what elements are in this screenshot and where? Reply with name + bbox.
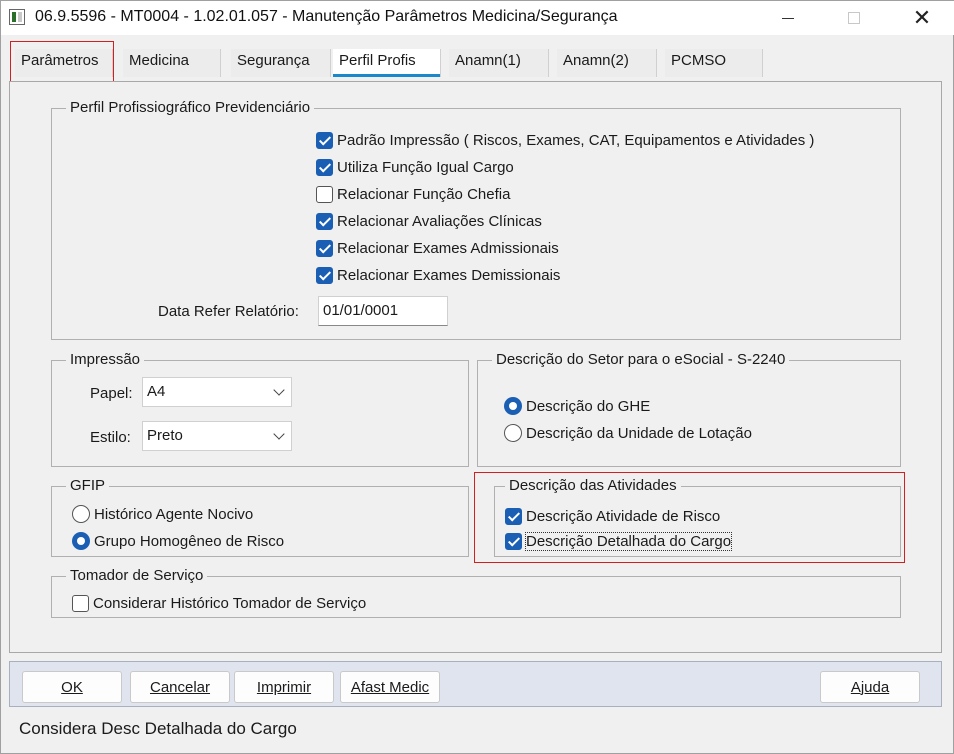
setor-group-title: Descrição do Setor para o eSocial - S-22… [492, 351, 790, 369]
atividades-highlight-box [474, 472, 905, 563]
tab-medicina[interactable]: Medicina [123, 49, 221, 77]
checkbox-label: Relacionar Função Chefia [337, 185, 511, 203]
checkbox-checked-icon [316, 212, 333, 230]
setor-option-ghe[interactable]: Descrição do GHE [504, 395, 650, 417]
gfip-group-title: GFIP [66, 477, 110, 495]
checkbox-label: Relacionar Avaliações Clínicas [337, 212, 542, 230]
estilo-label: Estilo: [90, 429, 131, 446]
radio-unselected-icon [504, 424, 522, 442]
tab-anamn-1[interactable]: Anamn(1) [449, 49, 549, 77]
radio-label: Grupo Homogêneo de Risco [94, 532, 285, 550]
impressao-group-title: Impressão [66, 351, 145, 369]
cancel-label: Cancelar [149, 678, 211, 696]
tab-panel: Perfil Profissiográfico Previdenciário P… [9, 81, 942, 653]
maximize-icon [848, 12, 860, 24]
radio-selected-icon [504, 397, 522, 415]
chevron-down-icon [273, 384, 285, 396]
tomador-option-historico[interactable]: Considerar Histórico Tomador de Serviço [72, 592, 366, 614]
print-label: Imprimir [256, 678, 312, 696]
print-button[interactable]: Imprimir [234, 671, 334, 703]
maximize-button[interactable] [831, 1, 877, 35]
ppp-group: Perfil Profissiográfico Previdenciário P… [51, 99, 901, 340]
gfip-option-grupo-homogeneo[interactable]: Grupo Homogêneo de Risco [72, 530, 284, 552]
checkbox-unchecked-icon [72, 594, 89, 612]
papel-select[interactable]: A4 [142, 377, 292, 407]
papel-value: A4 [147, 383, 166, 400]
close-icon: ✕ [912, 5, 932, 30]
checkbox-label: Padrão Impressão ( Riscos, Exames, CAT, … [337, 131, 815, 149]
gfip-group: GFIP Histórico Agente Nocivo Grupo Homog… [51, 477, 469, 557]
afast-medic-label: Afast Medic [350, 678, 430, 696]
tomador-group: Tomador de Serviço Considerar Histórico … [51, 567, 901, 618]
papel-label: Papel: [90, 385, 133, 402]
radio-label: Descrição da Unidade de Lotação [526, 424, 752, 442]
radio-unselected-icon [72, 505, 90, 523]
estilo-select[interactable]: Preto [142, 421, 292, 451]
ppp-option-funcao-chefia[interactable]: Relacionar Função Chefia [316, 183, 510, 205]
tomador-group-title: Tomador de Serviço [66, 567, 208, 585]
ok-button[interactable]: OK [22, 671, 122, 703]
ppp-option-exames-demissionais[interactable]: Relacionar Exames Demissionais [316, 264, 560, 286]
checkbox-unchecked-icon [316, 185, 333, 203]
checkbox-checked-icon [316, 131, 333, 149]
setor-group: Descrição do Setor para o eSocial - S-22… [477, 351, 901, 467]
date-label: Data Refer Relatório: [158, 303, 299, 320]
tab-highlight-box [10, 41, 114, 82]
help-label: Ajuda [850, 678, 890, 696]
close-button[interactable]: ✕ [899, 1, 945, 35]
cancel-button[interactable]: Cancelar [130, 671, 230, 703]
gfip-option-historico-agente[interactable]: Histórico Agente Nocivo [72, 503, 253, 525]
ppp-group-title: Perfil Profissiográfico Previdenciário [66, 99, 315, 117]
button-bar: OK Cancelar Imprimir Afast Medic Ajuda [9, 661, 942, 707]
app-icon [9, 9, 25, 25]
help-button[interactable]: Ajuda [820, 671, 920, 703]
checkbox-label: Relacionar Exames Admissionais [337, 239, 559, 257]
checkbox-label: Considerar Histórico Tomador de Serviço [93, 594, 367, 612]
checkbox-checked-icon [316, 266, 333, 284]
minimize-icon [782, 17, 794, 19]
impressao-group: Impressão Papel: A4 Estilo: Preto [51, 351, 469, 467]
tab-pcmso[interactable]: PCMSO [665, 49, 763, 77]
checkbox-label: Utiliza Função Igual Cargo [337, 158, 514, 176]
window-title: 06.9.5596 - MT0004 - 1.02.01.057 - Manut… [35, 8, 618, 25]
radio-label: Descrição do GHE [526, 397, 651, 415]
status-bar: Considera Desc Detalhada do Cargo [19, 719, 297, 738]
checkbox-label: Relacionar Exames Demissionais [337, 266, 561, 284]
tab-perfil-profis[interactable]: Perfil Profis [333, 49, 441, 77]
date-input[interactable]: 01/01/0001 [318, 296, 448, 326]
ppp-option-avaliacoes-clinicas[interactable]: Relacionar Avaliações Clínicas [316, 210, 542, 232]
title-bar: 06.9.5596 - MT0004 - 1.02.01.057 - Manut… [1, 1, 954, 35]
tab-seguranca[interactable]: Segurança [231, 49, 331, 77]
ppp-option-exames-admissionais[interactable]: Relacionar Exames Admissionais [316, 237, 559, 259]
ppp-option-funcao-igual-cargo[interactable]: Utiliza Função Igual Cargo [316, 156, 514, 178]
tab-anamn-2[interactable]: Anamn(2) [557, 49, 657, 77]
ppp-option-padrao-impressao[interactable]: Padrão Impressão ( Riscos, Exames, CAT, … [316, 129, 814, 151]
afast-medic-button[interactable]: Afast Medic [340, 671, 440, 703]
estilo-value: Preto [147, 427, 183, 444]
chevron-down-icon [273, 428, 285, 440]
ok-label: OK [61, 678, 83, 696]
checkbox-checked-icon [316, 158, 333, 176]
checkbox-checked-icon [316, 239, 333, 257]
main-window: 06.9.5596 - MT0004 - 1.02.01.057 - Manut… [0, 0, 954, 754]
radio-selected-icon [72, 532, 90, 550]
tab-bar: Parâmetros Medicina Segurança Perfil Pro… [9, 43, 769, 81]
radio-label: Histórico Agente Nocivo [94, 505, 254, 523]
minimize-button[interactable] [765, 1, 811, 35]
setor-option-unidade-lotacao[interactable]: Descrição da Unidade de Lotação [504, 422, 752, 444]
